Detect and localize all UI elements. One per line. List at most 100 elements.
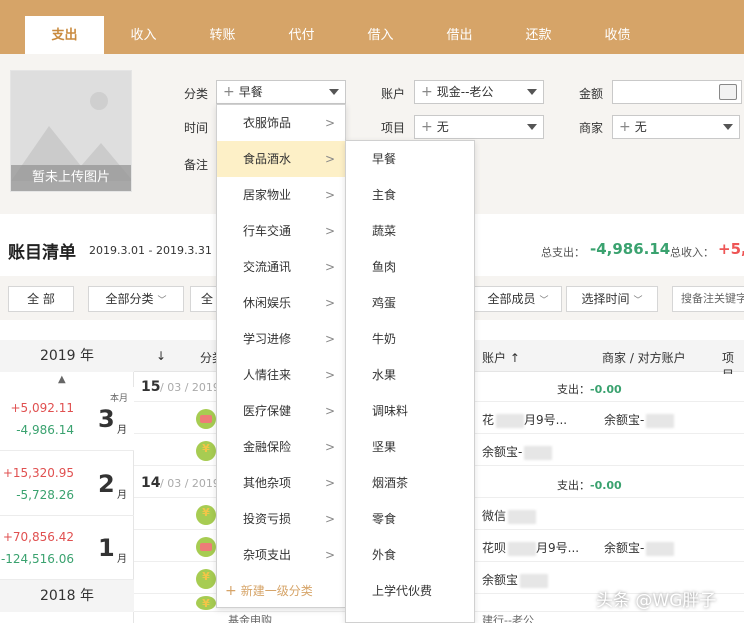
- month-income: +70,856.42: [2, 530, 74, 544]
- list-date-range: 2019.3.01 - 2019.3.31: [89, 244, 212, 257]
- filter-time-label: 选择时间: [581, 292, 630, 306]
- filter-time-dropdown[interactable]: 选择时间 ﹀: [566, 286, 658, 312]
- tab-lend-out[interactable]: 借出: [420, 18, 499, 54]
- merchant-value: 无: [634, 120, 647, 134]
- category-item[interactable]: 人情往来 >: [217, 357, 345, 393]
- day-number: 15: [141, 379, 161, 395]
- month-number: 3: [98, 405, 115, 433]
- chevron-right-icon: >: [324, 512, 335, 526]
- tab-borrow-in[interactable]: 借入: [341, 18, 420, 54]
- chevron-down-icon: ﹀: [539, 296, 549, 306]
- category-item[interactable]: 休闲娱乐 >: [217, 285, 345, 321]
- amount-input[interactable]: [612, 80, 742, 104]
- tab-income[interactable]: 收入: [104, 18, 183, 54]
- chevron-down-icon: ﹀: [157, 296, 167, 306]
- account-value: 现金--老公: [436, 85, 494, 99]
- chevron-right-icon: >: [324, 368, 335, 382]
- photo-upload[interactable]: 暂未上传图片: [10, 70, 132, 192]
- search-input[interactable]: 搜备注关键字: [672, 286, 744, 312]
- tab-transfer[interactable]: 转账: [183, 18, 262, 54]
- record-merchant: 余额宝-: [604, 411, 675, 428]
- total-expense-label: 总支出：: [541, 246, 585, 259]
- month-item[interactable]: 本月 +5,092.11 -4,986.14 3 月: [0, 387, 134, 451]
- caret-down-icon: [329, 89, 339, 95]
- tab-expense[interactable]: 支出: [25, 16, 104, 54]
- total-income-value: +5,0: [718, 240, 744, 258]
- subcategory-item[interactable]: 调味料: [346, 393, 474, 429]
- merchant-select[interactable]: + 无: [612, 115, 740, 139]
- subcategory-item[interactable]: 牛奶: [346, 321, 474, 357]
- month-income: +15,320.95: [2, 466, 74, 480]
- tab-pay-for[interactable]: 代付: [262, 18, 341, 54]
- sort-arrow-icon[interactable]: ↓: [156, 349, 166, 363]
- category-item[interactable]: 行车交通 >: [217, 213, 345, 249]
- photo-caption: 暂未上传图片: [11, 165, 131, 191]
- subcategory-item[interactable]: 鱼肉: [346, 249, 474, 285]
- plus-icon: +: [619, 119, 631, 135]
- subcategory-item[interactable]: 主食: [346, 177, 474, 213]
- coin-icon: [196, 441, 216, 461]
- caret-down-icon: [723, 124, 733, 130]
- prev-year-header[interactable]: 2018 年: [0, 580, 134, 612]
- category-item[interactable]: 居家物业 >: [217, 177, 345, 213]
- plus-icon: +: [421, 119, 433, 135]
- filter-all-button[interactable]: 全 部: [8, 286, 74, 312]
- category-item-selected[interactable]: 食品酒水 >: [217, 141, 345, 177]
- coin-icon: [196, 596, 216, 610]
- calculator-icon[interactable]: [719, 84, 737, 100]
- category-item[interactable]: 杂项支出 >: [217, 537, 345, 573]
- note-label: 备注: [184, 158, 209, 172]
- month-item[interactable]: +15,320.95 -5,728.26 2 月: [0, 452, 134, 516]
- subcategory-item[interactable]: 水果: [346, 357, 474, 393]
- category-item[interactable]: 投资亏损 >: [217, 501, 345, 537]
- project-value: 无: [436, 120, 449, 134]
- subcategory-item[interactable]: 早餐: [346, 141, 474, 177]
- coin-icon: [196, 505, 216, 525]
- month-number: 2: [98, 470, 115, 498]
- project-select[interactable]: + 无: [414, 115, 544, 139]
- merchant-label: 商家: [579, 121, 604, 135]
- category-item[interactable]: 学习进修 >: [217, 321, 345, 357]
- category-item[interactable]: 金融保险 >: [217, 429, 345, 465]
- category-select[interactable]: + 早餐: [216, 80, 346, 104]
- current-month-tag: 本月: [110, 394, 129, 404]
- chevron-right-icon: >: [324, 188, 335, 202]
- subcategory-item[interactable]: 鸡蛋: [346, 285, 474, 321]
- subcategory-item[interactable]: 蔬菜: [346, 213, 474, 249]
- account-select[interactable]: + 现金--老公: [414, 80, 544, 104]
- total-income-label: 总收入：: [670, 246, 714, 259]
- project-label: 项目: [381, 121, 406, 135]
- subcategory-item[interactable]: 坚果: [346, 429, 474, 465]
- subcategory-item[interactable]: 烟酒茶: [346, 465, 474, 501]
- col-account[interactable]: 账户 ↑: [482, 349, 520, 366]
- category-item[interactable]: 医疗保健 >: [217, 393, 345, 429]
- chevron-right-icon: >: [324, 296, 335, 310]
- month-number: 1: [98, 534, 115, 562]
- coin-icon: [196, 569, 216, 589]
- col-merchant[interactable]: 商家 / 对方账户: [602, 349, 686, 366]
- filter-members-dropdown[interactable]: 全部成员 ﹀: [474, 286, 562, 312]
- day-sum: 支出：-0.00: [557, 477, 622, 493]
- tab-collect-debt[interactable]: 收债: [578, 18, 657, 54]
- day-sum-value: -0.00: [590, 383, 622, 396]
- subcategory-item[interactable]: 零食: [346, 501, 474, 537]
- scroll-up-icon[interactable]: ▲: [58, 374, 66, 385]
- year-header[interactable]: 2019 年: [0, 340, 134, 372]
- chevron-right-icon: >: [324, 116, 335, 130]
- category-item[interactable]: 衣服饰品 >: [217, 105, 345, 141]
- category-item[interactable]: 交流通讯 >: [217, 249, 345, 285]
- category-item[interactable]: 其他杂项 >: [217, 465, 345, 501]
- tab-repay[interactable]: 还款: [499, 18, 578, 54]
- subcategory-item[interactable]: 上学代伙费: [346, 573, 474, 609]
- record-account: 余额宝-: [482, 443, 553, 460]
- subcategory-item[interactable]: 外食: [346, 537, 474, 573]
- month-item[interactable]: +70,856.42 -124,516.06 1 月: [0, 516, 134, 580]
- record-account: 余额宝: [482, 571, 549, 588]
- record-account: 花月9号...: [482, 413, 568, 428]
- filter-category-dropdown[interactable]: 全部分类 ﹀: [88, 286, 184, 312]
- day-sum-value: -0.00: [590, 479, 622, 492]
- record-account: 微信: [482, 507, 537, 524]
- add-category-button[interactable]: + 新建一级分类: [225, 579, 313, 603]
- filter-members-label: 全部成员: [487, 292, 536, 306]
- caret-down-icon: [527, 124, 537, 130]
